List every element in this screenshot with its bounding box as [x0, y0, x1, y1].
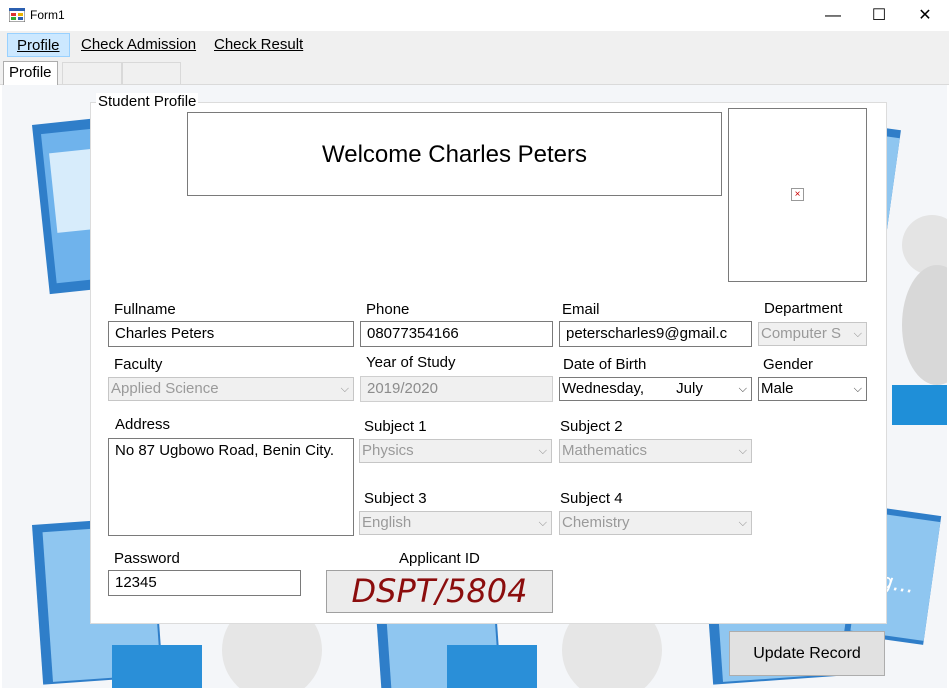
- fullname-label: Fullname: [114, 301, 176, 318]
- menu-label: Check Admission: [81, 36, 197, 53]
- maximize-button[interactable]: ☐: [856, 0, 902, 31]
- group-legend: Student Profile: [96, 93, 199, 110]
- chevron-down-icon: ⌵: [738, 517, 747, 529]
- dob-day: Wednesday,: [562, 380, 644, 397]
- subject1-label: Subject 1: [364, 418, 427, 435]
- year-of-study-label: Year of Study: [366, 354, 456, 371]
- year-of-study-field: 2019/2020: [360, 376, 553, 402]
- address-textarea[interactable]: No 87 Ugbowo Road, Benin City.: [108, 438, 354, 536]
- maximize-icon: ☐: [871, 7, 887, 24]
- minimize-button[interactable]: —: [810, 0, 856, 31]
- fullname-input[interactable]: Charles Peters: [108, 321, 354, 347]
- email-input[interactable]: peterscharles9@gmail.c: [559, 321, 752, 347]
- menu-label: Check Result: [214, 36, 304, 53]
- chevron-down-icon: ⌵: [738, 383, 747, 395]
- menu-profile[interactable]: Profile: [7, 33, 70, 57]
- department-label: Department: [764, 300, 843, 317]
- tab-strip: Profile: [0, 59, 949, 85]
- subject4-label: Subject 4: [560, 490, 623, 507]
- subject2-value: Mathematics: [562, 442, 648, 459]
- gender-value: Male: [761, 380, 794, 397]
- faculty-select[interactable]: Applied Science ⌵: [108, 377, 354, 401]
- windows-form-icon: [9, 8, 25, 22]
- close-button[interactable]: ✕: [902, 0, 948, 31]
- subject4-value: Chemistry: [562, 514, 630, 531]
- dob-month: July: [676, 380, 703, 397]
- password-label: Password: [114, 550, 180, 567]
- tab-profile[interactable]: Profile: [3, 61, 58, 85]
- gender-select[interactable]: Male ⌵: [758, 377, 867, 401]
- phone-input[interactable]: 08077354166: [360, 321, 553, 347]
- subject1-value: Physics: [362, 442, 414, 459]
- update-record-button[interactable]: Update Record: [729, 631, 885, 676]
- faculty-value: Applied Science: [111, 380, 219, 397]
- address-label: Address: [115, 416, 171, 433]
- chevron-down-icon: ⌵: [538, 517, 547, 529]
- chevron-down-icon: ⌵: [853, 328, 862, 340]
- phone-label: Phone: [366, 301, 410, 318]
- applicant-id-label: Applicant ID: [399, 550, 480, 567]
- subject2-select[interactable]: Mathematics ⌵: [559, 439, 752, 463]
- subject2-label: Subject 2: [560, 418, 623, 435]
- gender-label: Gender: [763, 356, 814, 373]
- subject3-select[interactable]: English ⌵: [359, 511, 552, 535]
- welcome-banner: Welcome Charles Peters: [187, 112, 722, 196]
- subject3-value: English: [362, 514, 412, 531]
- email-label: Email: [562, 301, 600, 318]
- subject1-select[interactable]: Physics ⌵: [359, 439, 552, 463]
- window-title: Form1: [30, 8, 65, 22]
- chevron-down-icon: ⌵: [538, 445, 547, 457]
- password-input[interactable]: 12345: [108, 570, 301, 596]
- close-icon: ✕: [918, 7, 932, 24]
- subject3-label: Subject 3: [364, 490, 427, 507]
- menu-label: Profile: [17, 37, 60, 54]
- menu-bar: Profile Check Admission Check Result: [0, 31, 949, 59]
- date-of-birth-picker[interactable]: Wednesday, July ⌵: [559, 377, 752, 401]
- date-of-birth-label: Date of Birth: [563, 356, 647, 373]
- department-value: Computer S: [761, 325, 842, 342]
- menu-check-admission[interactable]: Check Admission: [72, 33, 205, 57]
- faculty-label: Faculty: [114, 356, 163, 373]
- applicant-id-value: DSPT/5804: [326, 570, 553, 613]
- tab-label: Profile: [9, 64, 52, 81]
- chevron-down-icon: ⌵: [340, 383, 349, 395]
- subject4-select[interactable]: Chemistry ⌵: [559, 511, 752, 535]
- tab-blank-1[interactable]: [62, 62, 122, 84]
- chevron-down-icon: ⌵: [853, 383, 862, 395]
- menu-check-result[interactable]: Check Result: [205, 33, 312, 57]
- chevron-down-icon: ⌵: [738, 445, 747, 457]
- broken-image-icon: ×: [791, 188, 804, 201]
- title-bar: Form1 — ☐ ✕: [0, 0, 949, 31]
- tab-blank-2[interactable]: [122, 62, 181, 84]
- minimize-icon: —: [825, 7, 841, 24]
- department-select[interactable]: Computer S ⌵: [758, 322, 867, 346]
